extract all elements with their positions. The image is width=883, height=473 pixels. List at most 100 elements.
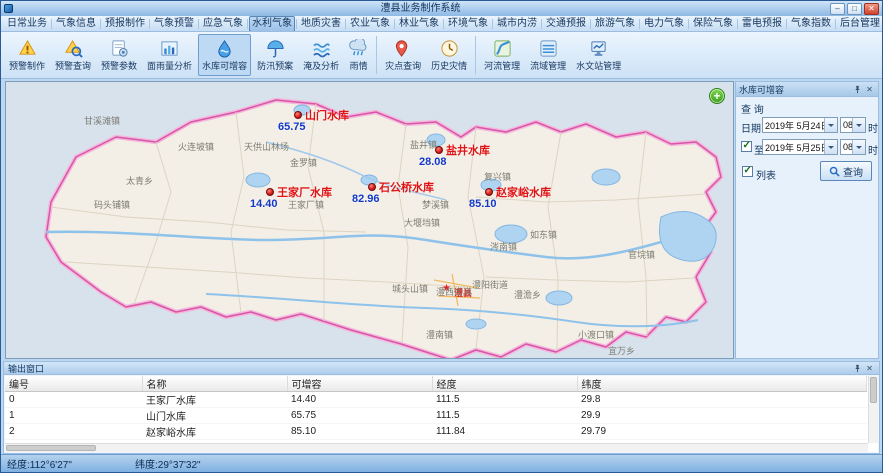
table-row[interactable]: 2赵家峪水库85.10111.8429.79 <box>5 424 867 440</box>
menu-tab[interactable]: 气象信息 <box>53 16 99 32</box>
map-area[interactable]: ★ 澧县 甘溪滩镇火连坡镇天供山林场金罗镇盐井镇复兴镇太青乡码头铺镇王家厂镇梦溪… <box>5 81 734 359</box>
menu-tab[interactable]: 交通预报 <box>543 16 589 32</box>
toolbar-button-label: 历史灾情 <box>431 59 467 72</box>
rain-button[interactable]: 雨情 <box>345 34 372 76</box>
hydro-station-icon <box>589 39 608 58</box>
menu-tab[interactable]: 地质灾害 <box>298 16 344 32</box>
horizontal-scrollbar[interactable] <box>5 443 868 452</box>
maximize-button[interactable] <box>847 3 862 15</box>
table-cell: 29.79 <box>577 424 867 440</box>
toolbar-separator <box>475 36 476 74</box>
toolbar-button-label: 流域管理 <box>530 59 566 72</box>
rain-icon <box>349 39 368 58</box>
table-header-row: 编号名称可增容经度纬度 <box>5 376 867 392</box>
start-date-select[interactable]: 2019年 5月24日 <box>762 117 838 133</box>
menu-tab[interactable]: 电力气象 <box>641 16 687 32</box>
vertical-scrollbar[interactable] <box>868 376 878 443</box>
query-section-label: 查 询 <box>741 101 764 116</box>
reservoir-name: 盐井水库 <box>446 142 490 158</box>
flood-plan-button[interactable]: 防汛预案 <box>253 34 297 76</box>
menu-tab[interactable]: 林业气象 <box>396 16 442 32</box>
list-label: 列表 <box>756 167 776 182</box>
warning-params-button[interactable]: 预警参数 <box>97 34 141 76</box>
reservoir-name: 王家厂水库 <box>277 184 332 200</box>
table-cell: 111.5 <box>432 408 577 424</box>
menu-tab[interactable]: 气象指数 <box>788 16 834 32</box>
add-layer-button[interactable]: + <box>709 88 725 104</box>
reservoir-capacity-button[interactable]: 水库可增容 <box>198 34 251 76</box>
warning-search-button[interactable]: 预警查询 <box>51 34 95 76</box>
town-label: 如东镇 <box>530 228 557 241</box>
warning-edit-button[interactable]: 预警制作 <box>5 34 49 76</box>
reservoir-value: 85.10 <box>469 198 497 210</box>
menu-tab[interactable]: 保险气象 <box>690 16 736 32</box>
rain-analysis-icon <box>160 39 179 58</box>
scrollbar-thumb[interactable] <box>870 377 877 403</box>
inundation-button[interactable]: 淹及分析 <box>299 34 343 76</box>
menu-tab[interactable]: 雷电预报 <box>739 16 785 32</box>
menu-tab[interactable]: 农业气象 <box>347 16 393 32</box>
menu-tab[interactable]: 环境气象 <box>445 16 491 32</box>
query-button[interactable]: 查询 <box>820 161 872 181</box>
app-window: 澧县业务制作系统 日常业务气象信息预报制作气象预警应急气象水利气象地质灾害农业气… <box>0 0 883 473</box>
menu-tab[interactable]: 后台管理 <box>837 16 882 32</box>
menu-tab[interactable]: 预报制作 <box>102 16 148 32</box>
table-row[interactable]: 1山门水库65.75111.529.9 <box>5 408 867 424</box>
menu-tab[interactable]: 气象预警 <box>151 16 197 32</box>
table-cell: 赵家峪水库 <box>142 424 287 440</box>
column-header: 名称 <box>142 376 287 392</box>
basin-button[interactable]: 流域管理 <box>526 34 570 76</box>
date-label: 日期 <box>741 120 761 135</box>
output-close-button[interactable] <box>864 363 875 374</box>
output-panel: 输出窗口 编号名称可增容经度纬度 0王家厂水库14.40111.529.81山门… <box>3 361 880 454</box>
close-button[interactable] <box>864 3 879 15</box>
town-label: 澧西街道 <box>436 285 472 298</box>
menu-tab[interactable]: 日常业务 <box>4 16 50 32</box>
town-label: 太青乡 <box>126 174 153 187</box>
toolbar-button-label: 水文站管理 <box>576 59 621 72</box>
town-label: 金罗镇 <box>290 156 317 169</box>
menu-tab[interactable]: 旅游气象 <box>592 16 638 32</box>
menu-separator <box>394 19 395 29</box>
hydro-station-button[interactable]: 水文站管理 <box>572 34 625 76</box>
column-header: 经度 <box>432 376 577 392</box>
menu-separator <box>198 19 199 29</box>
menu-separator <box>443 19 444 29</box>
rain-analysis-button[interactable]: 面雨量分析 <box>143 34 196 76</box>
reservoir-dot-icon <box>485 188 493 196</box>
table-cell: 14.40 <box>287 392 432 408</box>
output-panel-title: 输出窗口 <box>8 362 851 375</box>
warning-params-icon <box>110 39 129 58</box>
history-button[interactable]: 历史灾情 <box>427 34 471 76</box>
reservoir-value: 14.40 <box>250 198 278 210</box>
end-date-select[interactable]: 2019年 5月25日 <box>762 139 838 155</box>
hour-unit-label: 时 <box>868 142 878 157</box>
menu-tab[interactable]: 城市内涝 <box>494 16 540 32</box>
minimize-button[interactable] <box>830 3 845 15</box>
pin-icon[interactable] <box>852 363 863 374</box>
river-button[interactable]: 河流管理 <box>480 34 524 76</box>
list-checkbox[interactable] <box>742 166 753 177</box>
town-label: 甘溪滩镇 <box>84 114 120 127</box>
end-hour-value: 08 <box>841 142 852 152</box>
end-hour-select[interactable]: 08 <box>840 139 866 155</box>
end-date-checkbox[interactable] <box>741 141 752 152</box>
menu-separator <box>149 19 150 29</box>
pin-icon[interactable] <box>852 84 863 95</box>
column-header: 编号 <box>5 376 142 392</box>
panel-close-button[interactable] <box>864 84 875 95</box>
reservoir-name: 石公桥水库 <box>379 179 434 195</box>
table-cell: 1 <box>5 408 142 424</box>
menu-tab[interactable]: 水利气象 <box>249 16 295 32</box>
reservoir-dot-icon <box>266 188 274 196</box>
reservoir-value: 28.08 <box>419 156 447 168</box>
start-hour-select[interactable]: 08 <box>840 117 866 133</box>
table-row[interactable]: 0王家厂水库14.40111.529.8 <box>5 392 867 408</box>
menu-separator <box>296 19 297 29</box>
titlebar: 澧县业务制作系统 <box>1 1 882 16</box>
disaster-query-button[interactable]: 灾点查询 <box>381 34 425 76</box>
town-label: 澧阳街道 <box>472 278 508 291</box>
scrollbar-thumb[interactable] <box>6 445 96 451</box>
table-cell: 山门水库 <box>142 408 287 424</box>
menu-tab[interactable]: 应急气象 <box>200 16 246 32</box>
